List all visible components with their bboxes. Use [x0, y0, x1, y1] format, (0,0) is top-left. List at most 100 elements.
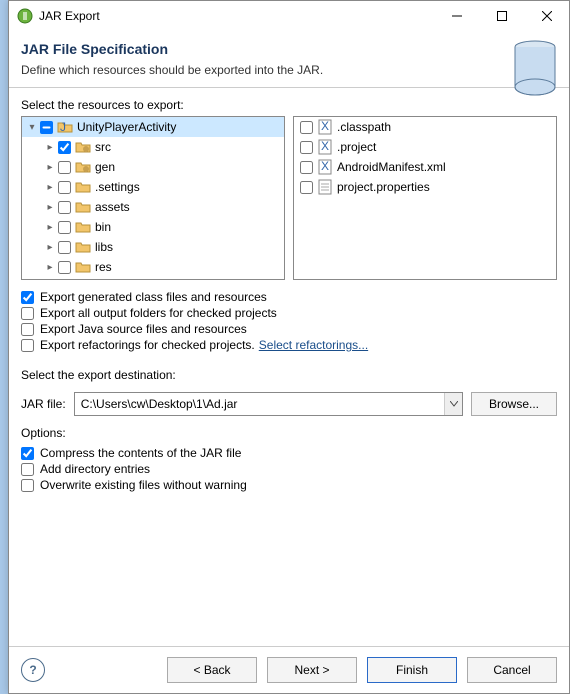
tree-checkbox[interactable]: [58, 161, 71, 174]
cancel-button[interactable]: Cancel: [467, 657, 557, 683]
export-option-checkbox[interactable]: [21, 307, 34, 320]
export-option-checkbox[interactable]: [21, 339, 34, 352]
tree-item[interactable]: ▾JUnityPlayerActivity: [22, 117, 284, 137]
jar-app-icon: [17, 8, 33, 24]
list-item[interactable]: XAndroidManifest.xml: [294, 157, 556, 177]
tree-item[interactable]: ▸.settings: [22, 177, 284, 197]
next-button[interactable]: Next >: [267, 657, 357, 683]
dialog-body: Select the resources to export: ▾JUnityP…: [9, 88, 569, 646]
tree-checkbox[interactable]: [58, 141, 71, 154]
folder-icon: [75, 219, 91, 235]
resource-tree[interactable]: ▾JUnityPlayerActivity▸src▸gen▸.settings▸…: [21, 116, 285, 280]
browse-button[interactable]: Browse...: [471, 392, 557, 416]
export-option-checkbox[interactable]: [21, 323, 34, 336]
minimize-button[interactable]: [434, 1, 479, 31]
list-checkbox[interactable]: [300, 181, 313, 194]
folder-icon: [75, 239, 91, 255]
close-button[interactable]: [524, 1, 569, 31]
option-line: Overwrite existing files without warning: [21, 478, 557, 492]
tree-checkbox[interactable]: [58, 261, 71, 274]
back-button[interactable]: < Back: [167, 657, 257, 683]
jar-file-label: JAR file:: [21, 397, 66, 411]
tree-checkbox[interactable]: [58, 201, 71, 214]
page-title: JAR File Specification: [21, 41, 557, 57]
export-option-label: Export all output folders for checked pr…: [40, 306, 277, 320]
export-option-line: Export Java source files and resources: [21, 322, 557, 336]
tree-item[interactable]: ▸ bin: [22, 217, 284, 237]
export-option-checkbox[interactable]: [21, 291, 34, 304]
folder-icon: [75, 259, 91, 275]
header-banner: JAR File Specification Define which reso…: [9, 31, 569, 88]
tree-item[interactable]: ▸ libs: [22, 237, 284, 257]
tree-item-label: src: [95, 140, 111, 154]
titlebar: JAR Export: [9, 1, 569, 31]
list-item[interactable]: X .classpath: [294, 117, 556, 137]
option-checkbox[interactable]: [21, 447, 34, 460]
list-item-label: project.properties: [337, 180, 430, 194]
destination-label: Select the export destination:: [21, 368, 557, 382]
jar-file-combo[interactable]: [74, 392, 463, 416]
svg-text:X: X: [321, 159, 329, 173]
option-line: Compress the contents of the JAR file: [21, 446, 557, 460]
tree-item[interactable]: ▸assets: [22, 197, 284, 217]
list-item[interactable]: project.properties: [294, 177, 556, 197]
folder-icon: [75, 179, 91, 195]
expand-arrow-icon[interactable]: ▸: [44, 162, 56, 173]
tree-item-label: res: [95, 260, 112, 274]
list-checkbox[interactable]: [300, 141, 313, 154]
expand-arrow-icon[interactable]: ▸: [44, 262, 56, 273]
svg-text:J: J: [60, 120, 66, 134]
window-title: JAR Export: [39, 9, 434, 23]
tree-checkbox[interactable]: [58, 181, 71, 194]
list-item[interactable]: X .project: [294, 137, 556, 157]
export-option-label: Export refactorings for checked projects…: [40, 338, 255, 352]
xmlfile-icon: X: [317, 119, 333, 135]
tree-item-label: bin: [95, 220, 111, 234]
expand-arrow-icon[interactable]: ▾: [26, 122, 38, 133]
project-icon: J: [57, 119, 73, 135]
options-group: Compress the contents of the JAR file Add…: [21, 444, 557, 494]
xmlfile-icon: X: [317, 139, 333, 155]
list-item-label: .classpath: [337, 120, 391, 134]
option-checkbox[interactable]: [21, 463, 34, 476]
folder-icon: [75, 199, 91, 215]
file-list[interactable]: X .classpath X .project XAndroidManifest.xml…: [293, 116, 557, 280]
tree-item[interactable]: ▸gen: [22, 157, 284, 177]
expand-arrow-icon[interactable]: ▸: [44, 202, 56, 213]
expand-arrow-icon[interactable]: ▸: [44, 182, 56, 193]
resources-label: Select the resources to export:: [21, 98, 557, 112]
finish-button[interactable]: Finish: [367, 657, 457, 683]
expand-arrow-icon[interactable]: ▸: [44, 142, 56, 153]
option-label: Add directory entries: [40, 462, 150, 476]
maximize-button[interactable]: [479, 1, 524, 31]
svg-text:X: X: [321, 139, 329, 153]
export-option-label: Export generated class files and resourc…: [40, 290, 267, 304]
tree-item-label: libs: [95, 240, 113, 254]
expand-arrow-icon[interactable]: ▸: [44, 222, 56, 233]
list-item-label: .project: [337, 140, 376, 154]
export-options-group: Export generated class files and resourc…: [21, 288, 557, 354]
jar-banner-icon: [507, 37, 563, 99]
select-refactorings-link[interactable]: Select refactorings...: [259, 338, 368, 352]
tree-item[interactable]: ▸ res: [22, 257, 284, 277]
jar-file-input[interactable]: [75, 393, 444, 415]
file-icon: [317, 179, 333, 195]
tree-checkbox[interactable]: [58, 241, 71, 254]
export-option-line: Export refactorings for checked projects…: [21, 338, 557, 352]
footer: ? < Back Next > Finish Cancel: [9, 646, 569, 693]
expand-arrow-icon[interactable]: ▸: [44, 242, 56, 253]
xmlfile-icon: X: [317, 159, 333, 175]
page-description: Define which resources should be exporte…: [21, 63, 557, 77]
option-line: Add directory entries: [21, 462, 557, 476]
option-checkbox[interactable]: [21, 479, 34, 492]
dialog-window: JAR Export JAR File Specification Define…: [8, 0, 570, 694]
chevron-down-icon[interactable]: [444, 393, 462, 415]
tree-checkbox[interactable]: [40, 121, 53, 134]
export-option-line: Export generated class files and resourc…: [21, 290, 557, 304]
options-label: Options:: [21, 426, 557, 440]
help-icon[interactable]: ?: [21, 658, 45, 682]
list-checkbox[interactable]: [300, 121, 313, 134]
tree-checkbox[interactable]: [58, 221, 71, 234]
tree-item[interactable]: ▸ src: [22, 137, 284, 157]
list-checkbox[interactable]: [300, 161, 313, 174]
